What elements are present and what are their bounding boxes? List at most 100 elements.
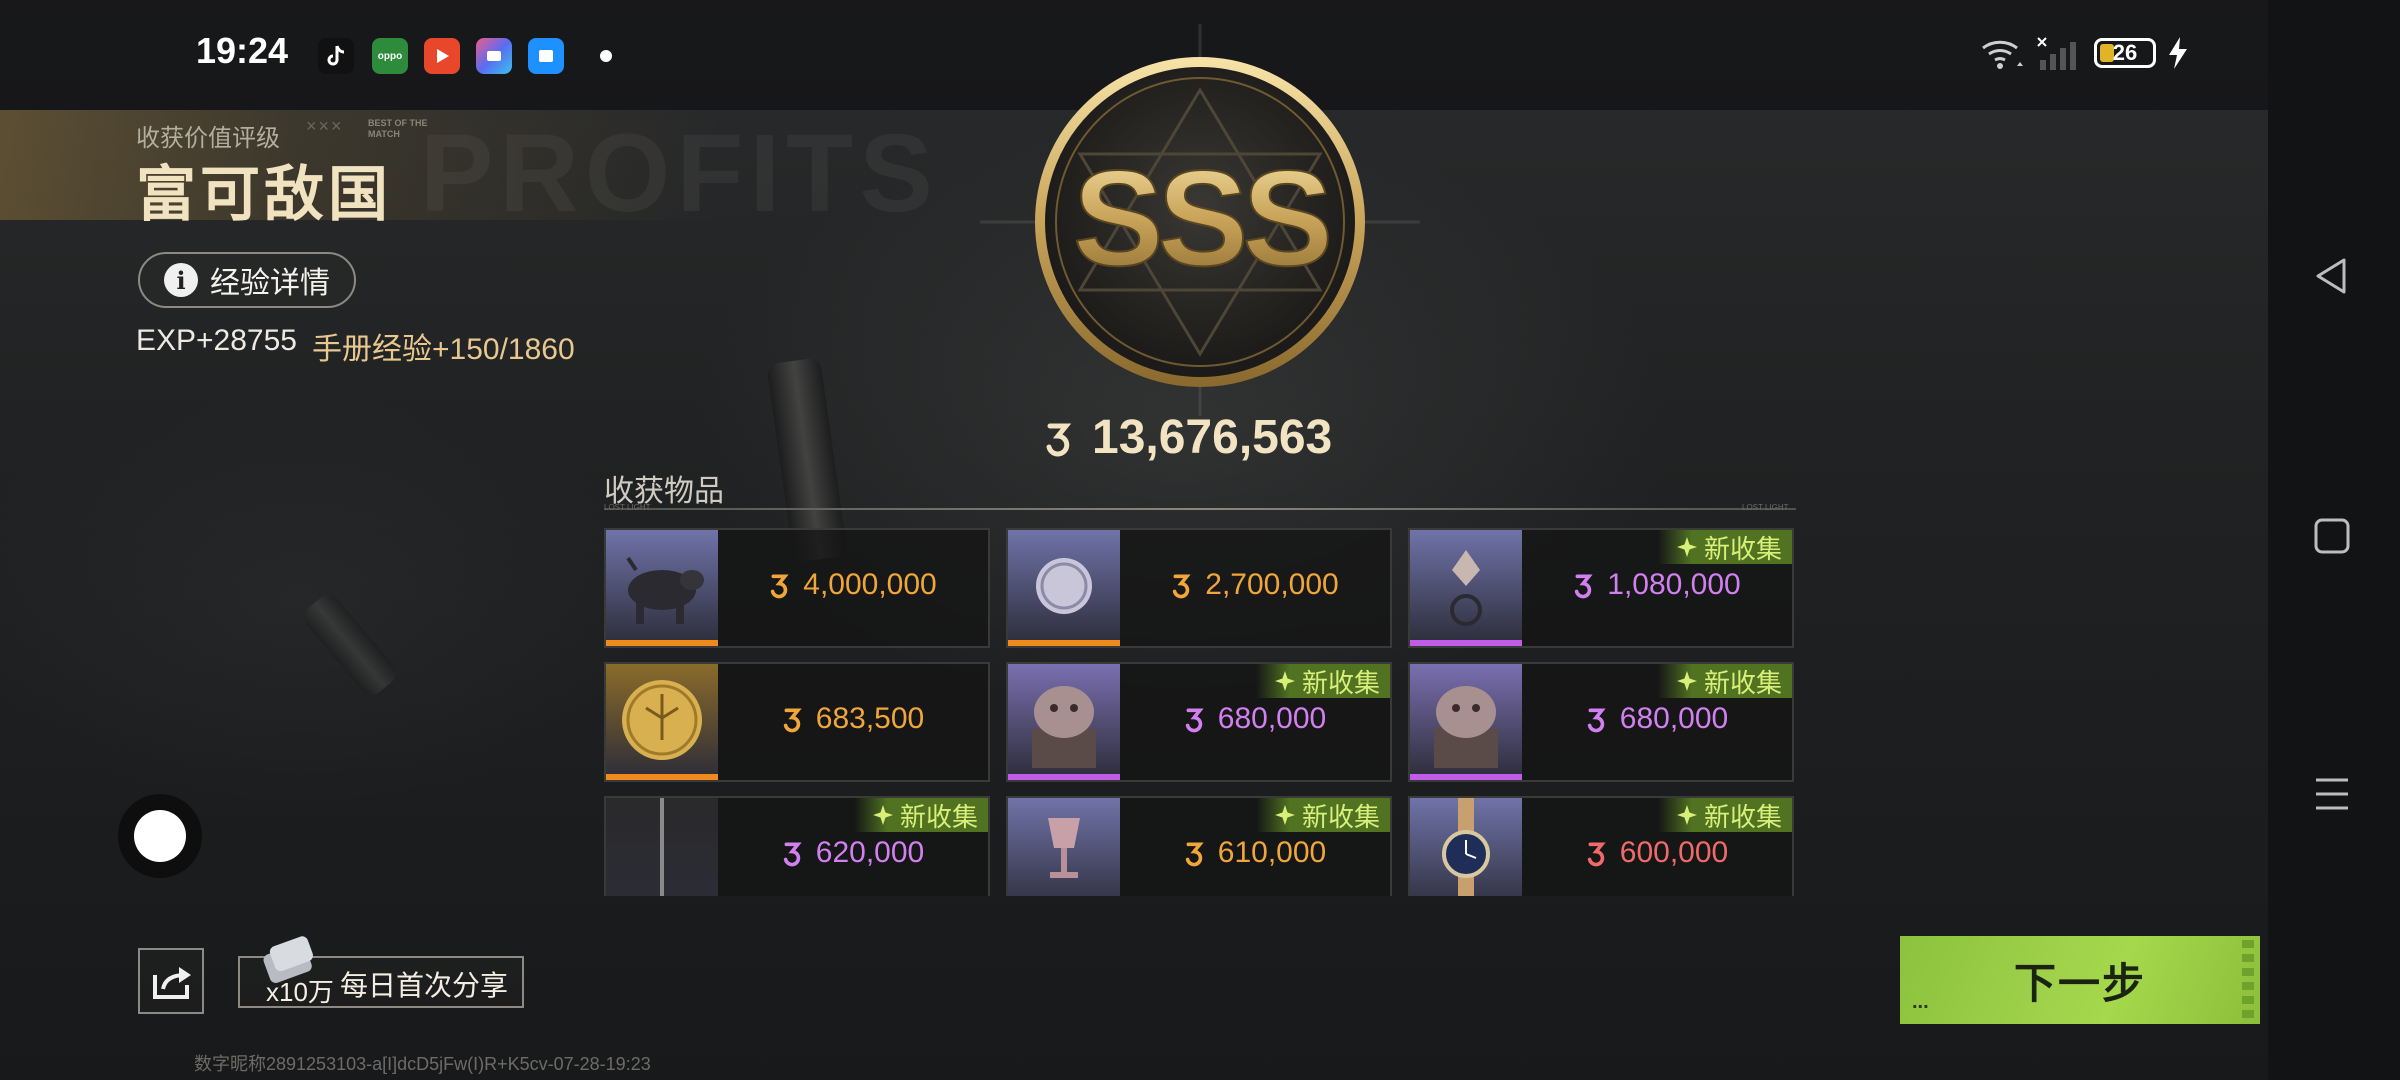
currency-icon xyxy=(1185,708,1204,733)
gallery-icon xyxy=(476,38,512,74)
item-value-text: 680,000 xyxy=(1217,702,1327,735)
decor-label: LOST LIGHT xyxy=(604,503,651,512)
files-icon xyxy=(528,38,564,74)
sparkle-icon xyxy=(1274,805,1295,825)
rating-value: 富可敌国 xyxy=(136,161,392,228)
total-value: 13,676,563 xyxy=(1044,410,1332,465)
rarity-bar xyxy=(1410,774,1522,780)
item-thumbnail xyxy=(1410,530,1522,646)
battery-level: 26 xyxy=(2112,40,2138,65)
item-card[interactable]: 600,000 新收集 xyxy=(1408,796,1794,896)
item-value: 1,080,000 xyxy=(1522,568,1792,602)
item-value-text: 610,000 xyxy=(1217,836,1327,869)
back-icon[interactable] xyxy=(2312,256,2352,296)
decor-dots: ... xyxy=(1912,991,1929,1013)
new-collection-label: 新收集 xyxy=(1301,801,1380,832)
new-collection-badge: 新收集 xyxy=(1255,798,1390,832)
item-card[interactable]: 610,000 新收集 xyxy=(1006,796,1392,896)
item-thumbnail xyxy=(606,664,718,780)
sparkle-icon xyxy=(872,805,893,825)
new-collection-badge: 新收集 xyxy=(1657,664,1792,698)
item-thumbnail xyxy=(606,530,718,646)
info-icon: i xyxy=(164,263,198,297)
share-button[interactable] xyxy=(138,948,204,1014)
item-thumbnail xyxy=(1008,664,1120,780)
item-thumbnail xyxy=(1008,530,1120,646)
item-value: 610,000 xyxy=(1120,836,1390,870)
item-thumbnail xyxy=(1410,798,1522,896)
new-collection-label: 新收集 xyxy=(1703,801,1782,832)
item-value-text: 600,000 xyxy=(1619,836,1729,869)
decor-label: LOST LIGHT xyxy=(1742,503,1789,512)
item-value: 620,000 xyxy=(718,836,988,870)
wifi-icon xyxy=(1982,40,2023,69)
item-card[interactable]: 683,500 xyxy=(604,662,990,782)
exp-gain: EXP+28755 xyxy=(136,324,297,357)
share-reward-label: 每日首次分享 xyxy=(340,970,509,1001)
currency-icon xyxy=(1185,842,1204,867)
currency-icon xyxy=(1587,708,1606,733)
item-value: 680,000 xyxy=(1522,702,1792,736)
rarity-bar xyxy=(1008,774,1120,780)
manual-exp-gain: 手册经验+150/1860 xyxy=(312,333,575,366)
best-of-match-label: BEST OF THE MATCH xyxy=(368,118,428,139)
new-collection-label: 新收集 xyxy=(899,801,978,832)
item-value: 2,700,000 xyxy=(1120,568,1390,602)
item-value: 683,500 xyxy=(718,702,988,736)
item-value-text: 620,000 xyxy=(815,836,925,869)
rarity-bar xyxy=(1410,640,1522,646)
item-card[interactable]: 4,000,000 xyxy=(604,528,990,648)
tiktok-icon xyxy=(318,38,354,74)
total-value-text: 13,676,563 xyxy=(1092,411,1333,464)
item-value-text: 680,000 xyxy=(1619,702,1729,735)
sparkle-icon xyxy=(1676,671,1697,691)
decor-bullet xyxy=(299,590,401,700)
decor-marks: ××× xyxy=(306,116,344,136)
next-step-button[interactable]: 下一步 ... xyxy=(1900,936,2260,1024)
item-value-text: 683,500 xyxy=(815,702,925,735)
home-icon[interactable] xyxy=(2312,516,2352,556)
item-card[interactable]: 2,700,000 xyxy=(1006,528,1392,648)
next-step-label: 下一步 xyxy=(2013,959,2146,1007)
signal-icon xyxy=(2037,37,2076,70)
exp-details-button[interactable]: i 经验详情 xyxy=(138,252,356,308)
battery-icon: 26 xyxy=(2094,38,2156,68)
rarity-bar xyxy=(1008,640,1120,646)
item-thumbnail xyxy=(606,798,718,896)
notification-dot-icon xyxy=(600,50,612,62)
new-collection-label: 新收集 xyxy=(1703,533,1782,564)
new-collection-label: 新收集 xyxy=(1703,667,1782,698)
record-dot-icon xyxy=(134,810,186,862)
sparkle-icon xyxy=(1676,537,1697,557)
watermark-text: 数字昵称2891253103-a[I]dcD5jFw(I)R+K5cv-07-2… xyxy=(194,1054,651,1074)
floating-record-button[interactable] xyxy=(118,794,202,878)
item-value: 600,000 xyxy=(1522,836,1792,870)
divider xyxy=(604,508,1796,510)
new-collection-label: 新收集 xyxy=(1301,667,1380,698)
charging-icon xyxy=(2169,37,2187,69)
items-grid: 4,000,000 2,700,000 1,080,000 新收集 683,500 680… xyxy=(604,528,1796,896)
item-card[interactable]: 680,000 新收集 xyxy=(1006,662,1392,782)
recent-apps-icon[interactable] xyxy=(2312,774,2352,814)
item-value: 4,000,000 xyxy=(718,568,988,602)
item-thumbnail xyxy=(1410,664,1522,780)
sparkle-icon xyxy=(1274,671,1295,691)
item-card[interactable]: 1,080,000 新收集 xyxy=(1408,528,1794,648)
item-value-text: 1,080,000 xyxy=(1607,568,1741,601)
grade-emblem: SSS xyxy=(980,24,1420,416)
currency-icon xyxy=(1575,574,1593,599)
currency-icon xyxy=(1173,574,1191,599)
currency-icon xyxy=(1046,423,1072,456)
video-player-icon xyxy=(424,38,460,74)
new-collection-badge: 新收集 xyxy=(853,798,988,832)
currency-icon xyxy=(771,574,789,599)
item-value: 680,000 xyxy=(1120,702,1390,736)
oppo-store-icon: oppo xyxy=(372,38,408,74)
decor-stripes xyxy=(2242,940,2254,1020)
item-card[interactable]: 680,000 新收集 xyxy=(1408,662,1794,782)
share-reward-amount: x10万 xyxy=(266,977,334,1007)
item-value-text: 4,000,000 xyxy=(803,568,937,601)
grade-text: SSS xyxy=(1073,142,1328,294)
exp-details-label: 经验详情 xyxy=(210,267,330,300)
item-card[interactable]: 620,000 新收集 xyxy=(604,796,990,896)
